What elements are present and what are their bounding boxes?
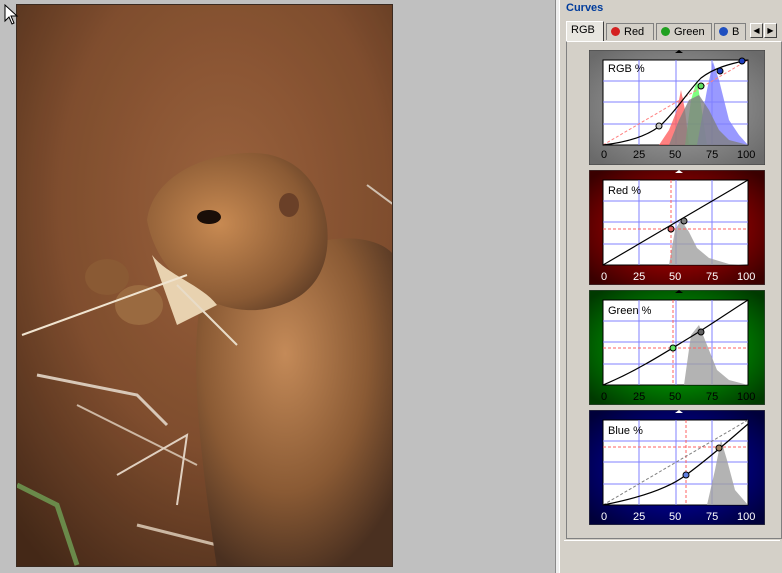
green-curve-editor[interactable]: Green % 0 25 50 75 100 <box>588 289 766 406</box>
panel-title: Curves <box>566 2 604 14</box>
mouse-cursor-icon <box>4 4 19 25</box>
axis-tick: 25 <box>633 391 645 403</box>
axis-tick: 50 <box>669 391 681 403</box>
blue-curve-editor[interactable]: Blue % 0 25 50 75 100 <box>588 409 766 526</box>
curve-label: Red % <box>608 185 641 197</box>
curve-label: RGB % <box>608 63 645 75</box>
axis-tick: 75 <box>706 149 718 161</box>
rgb-curve-editor[interactable]: RGB % 0 25 50 75 100 <box>588 49 766 166</box>
tab-scroll-left-button[interactable]: ◀ <box>750 23 763 38</box>
axis-tick: 0 <box>601 149 607 161</box>
axis-tick: 50 <box>669 149 681 161</box>
axis-tick: 75 <box>706 511 718 523</box>
axis-tick: 100 <box>737 271 755 283</box>
tab-scroll-right-button[interactable]: ▶ <box>764 23 777 38</box>
axis-tick: 0 <box>601 391 607 403</box>
curves-panel: Curves RGB Red Green B ◀ ▶ RGB % 0 25 50… <box>559 0 782 573</box>
tab-green[interactable]: Green <box>656 23 712 40</box>
red-curve-editor[interactable]: Red % 0 25 50 75 100 <box>588 169 766 286</box>
curves-content: RGB % 0 25 50 75 100 Red % 0 25 50 75 10… <box>566 41 782 539</box>
tab-label: Red <box>624 26 645 38</box>
axis-tick: 25 <box>633 271 645 283</box>
axis-tick: 50 <box>669 511 681 523</box>
axis-tick: 0 <box>601 271 607 283</box>
image-canvas[interactable] <box>0 0 555 573</box>
axis-tick: 25 <box>633 149 645 161</box>
curve-label: Blue % <box>608 425 643 437</box>
panel-footer <box>564 540 780 569</box>
axis-tick: 75 <box>706 391 718 403</box>
tab-label: Green <box>674 26 705 38</box>
tab-blue[interactable]: B <box>714 23 746 40</box>
prairie-dog-photo <box>16 4 393 567</box>
green-channel-icon <box>661 27 670 36</box>
axis-tick: 75 <box>706 271 718 283</box>
axis-tick: 50 <box>669 271 681 283</box>
axis-tick: 100 <box>737 149 755 161</box>
curve-label: Green % <box>608 305 652 317</box>
tab-label: RGB <box>571 24 595 36</box>
axis-tick: 100 <box>737 391 755 403</box>
axis-tick: 25 <box>633 511 645 523</box>
axis-tick: 0 <box>601 511 607 523</box>
axis-tick: 100 <box>737 511 755 523</box>
tab-red[interactable]: Red <box>606 23 654 40</box>
tab-label: B <box>732 26 740 38</box>
channel-tabs: RGB Red Green B ◀ ▶ <box>566 21 781 41</box>
tab-rgb[interactable]: RGB <box>566 21 604 41</box>
rgb-graph-area: RGB % <box>602 57 749 146</box>
blue-channel-icon <box>719 27 728 36</box>
red-channel-icon <box>611 27 620 36</box>
